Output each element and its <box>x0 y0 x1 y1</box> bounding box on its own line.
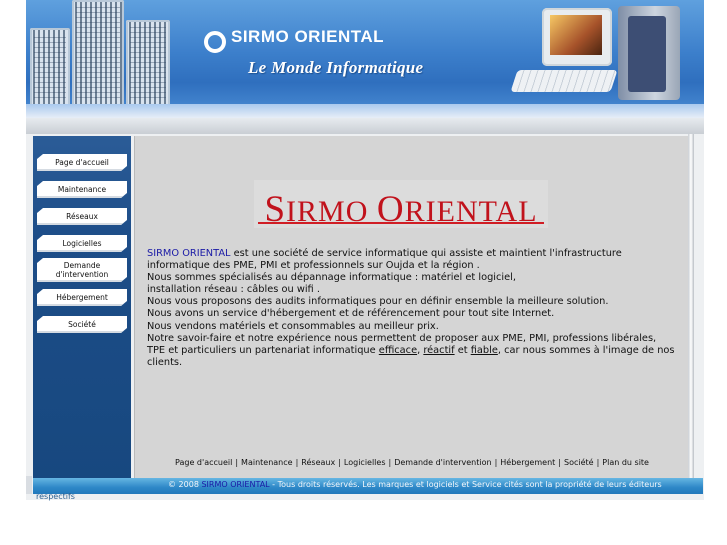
description-line: TPE et particuliers un partenariat infor… <box>147 344 379 356</box>
copyright-text: © 2008 SIRMO ORIENTAL - Tous droits rése… <box>168 480 727 489</box>
footer-separator: | <box>494 458 498 467</box>
company-name-highlight: SIRMO ORIENTAL <box>147 248 231 259</box>
frame-top-border <box>26 118 704 134</box>
cpu-tower-image <box>618 6 680 100</box>
sidebar-item-company[interactable]: Société <box>37 316 127 333</box>
copyright-wrap: respectifs <box>36 492 75 501</box>
logo-underline <box>258 222 544 224</box>
description-line: Notre savoir-faire et notre expérience n… <box>147 332 657 344</box>
sidebar-item-home[interactable]: Page d'accueil <box>37 154 127 171</box>
description-line: informatique des PME, PMI et professionn… <box>147 260 480 272</box>
footer-links: Page d'accueil | Maintenance | Réseaux | Logic… <box>134 458 690 467</box>
computer-illustration <box>484 0 704 118</box>
footer-link-company[interactable]: Société <box>564 458 594 467</box>
keyword-reactif: réactif <box>423 344 455 356</box>
site-tagline: Le Monde Informatique <box>248 58 424 77</box>
footer-link-software[interactable]: Logicielles <box>344 458 386 467</box>
description-line: Nous sommes spécialisés au dépannage inf… <box>147 272 516 284</box>
company-description: SIRMO ORIENTAL est une société de servic… <box>147 248 675 369</box>
footer-link-home[interactable]: Page d'accueil <box>175 458 232 467</box>
sidebar-item-hosting[interactable]: Hébergement <box>37 289 127 306</box>
footer-link-sitemap[interactable]: Plan du site <box>602 458 649 467</box>
brand-name: SIRMO ORIENTAL <box>231 27 385 46</box>
description-line: Nous vendons matériels et consommables a… <box>147 320 439 332</box>
copyright-end: - Tous droits réservés. Les marques et l… <box>269 480 662 489</box>
company-logo: SIRMO ORIENTAL <box>254 180 548 231</box>
sidebar-item-software[interactable]: Logicielles <box>37 235 127 252</box>
keyword-efficace: efficace <box>378 344 418 356</box>
server-tower-image <box>126 20 170 108</box>
footer-separator: | <box>295 458 299 467</box>
footer-separator: | <box>235 458 239 467</box>
monitor-image <box>542 8 612 66</box>
description-line: clients. <box>147 356 183 368</box>
description-line: installation réseau : câbles ou wifi . <box>147 284 320 296</box>
description-line: est une société de service informatique … <box>230 248 622 259</box>
description-line: Nous vous proposons des audits informati… <box>147 296 609 308</box>
copyright-start: © 2008 <box>168 480 202 489</box>
keyword-fiable: fiable <box>470 344 498 356</box>
sidebar-nav: Page d'accueil Maintenance Réseaux Logic… <box>33 136 131 478</box>
footer-separator: | <box>388 458 392 467</box>
footer-link-intervention-request[interactable]: Demande d'intervention <box>394 458 491 467</box>
description-line: , car nous sommes à l'image de nos <box>497 344 675 356</box>
logo-text: SIRMO ORIENTAL <box>254 188 548 231</box>
description-line: Nous avons un service d'hébergement et d… <box>147 308 555 320</box>
footer-separator: | <box>596 458 600 467</box>
mouse-image <box>618 105 634 115</box>
brand-ring-icon <box>204 31 226 53</box>
server-tower-image <box>30 28 70 108</box>
keyboard-image <box>510 70 618 92</box>
server-tower-image <box>72 0 124 108</box>
sidebar-item-networks[interactable]: Réseaux <box>37 208 127 225</box>
copyright-company: SIRMO ORIENTAL <box>201 480 270 489</box>
sidebar-item-intervention-request[interactable]: Demande d'intervention <box>37 258 127 282</box>
site-header: SIRMO ORIENTAL Le Monde Informatique <box>26 0 704 118</box>
footer-separator: | <box>558 458 561 467</box>
footer-link-networks[interactable]: Réseaux <box>301 458 335 467</box>
separator-text: et <box>454 344 471 356</box>
footer-separator: | <box>338 458 341 467</box>
sidebar-item-maintenance[interactable]: Maintenance <box>37 181 127 198</box>
footer-link-maintenance[interactable]: Maintenance <box>241 458 293 467</box>
right-rail <box>688 134 694 494</box>
footer-link-hosting[interactable]: Hébergement <box>500 458 555 467</box>
